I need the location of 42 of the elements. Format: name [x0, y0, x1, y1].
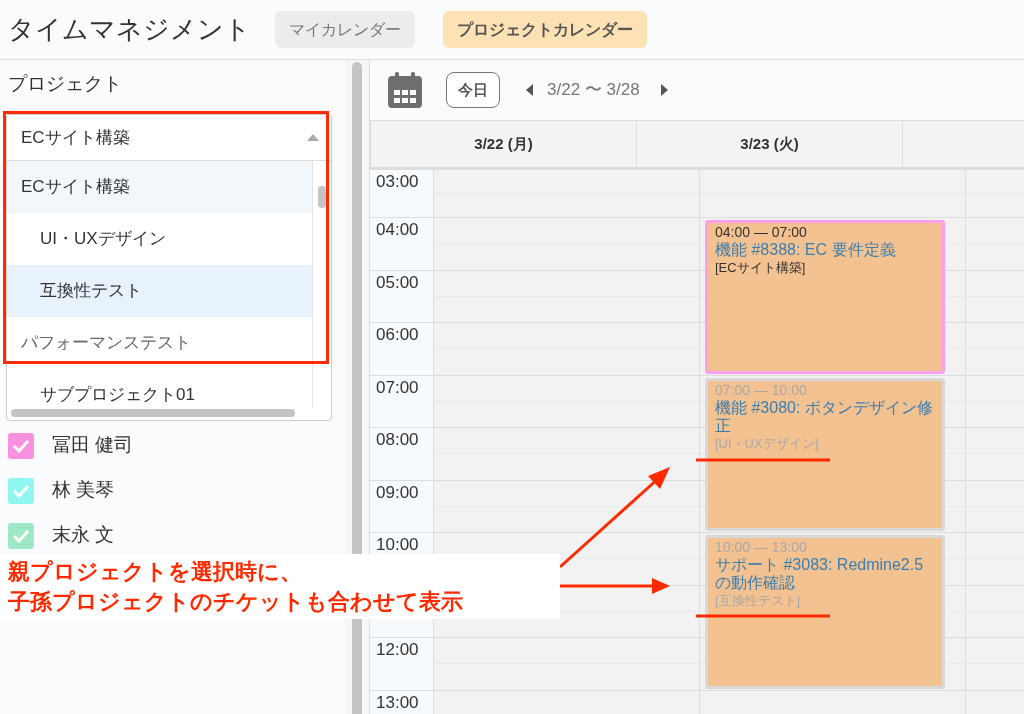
check-icon [12, 438, 30, 453]
event-project: [互換性テスト] [715, 592, 802, 610]
member-checkbox[interactable] [8, 432, 34, 459]
member-name: 冨田 健司 [52, 433, 134, 458]
hour-label: 12:00 [376, 640, 419, 659]
hour-label: 07:00 [376, 377, 419, 397]
app-title: タイムマネジメント [7, 13, 252, 46]
hour-label: 13:00 [376, 692, 419, 712]
hour-label: 10:00 [376, 535, 419, 554]
hour-label: 06:00 [376, 325, 419, 344]
member-checkbox[interactable] [8, 522, 34, 549]
tab[interactable]: プロジェクトカレンダー [443, 11, 647, 48]
sidebar-heading: プロジェクト [7, 72, 123, 96]
hour-label: 09:00 [376, 482, 419, 502]
hour-label: 04:00 [376, 220, 419, 239]
event-project: [UI・UXデザイン] [715, 434, 820, 453]
calendar-icon[interactable] [385, 70, 425, 110]
dropdown-option[interactable]: ECサイト構築 [7, 161, 312, 213]
hour-label: 08:00 [376, 430, 419, 449]
hour-label: 05:00 [376, 272, 419, 292]
today-button[interactable]: 今日 [446, 72, 500, 108]
day-header: 3/23 (火) [740, 133, 799, 154]
scrollbar-thumb[interactable] [318, 186, 326, 208]
member-name: 末永 文 [52, 523, 115, 548]
scrollbar-thumb[interactable] [11, 409, 295, 417]
event-time: 07:00 — 10:00 [715, 381, 808, 399]
check-icon [12, 528, 30, 543]
dropdown-option[interactable]: 互換性テスト [7, 265, 312, 317]
member-name: 林 美琴 [52, 478, 115, 503]
date-range: 3/22 〜 3/28 [547, 79, 640, 102]
tab[interactable]: マイカレンダー [275, 11, 415, 48]
event-project: [ECサイト構築] [715, 259, 807, 277]
hour-label: 03:00 [376, 172, 419, 191]
day-header: 3/22 (月) [474, 133, 533, 154]
caret-up-icon [307, 134, 319, 141]
event-time: 10:00 — 13:00 [715, 539, 808, 556]
annotation-callout: 親プロジェクトを選択時に、 子孫プロジェクトのチケットも合わせて表示 [0, 554, 560, 619]
next-icon[interactable] [659, 84, 668, 96]
event-card[interactable]: 04:00 — 07:00 機能 #8388: EC 要件定義 [ECサイト構築] [705, 220, 945, 374]
event-time: 04:00 — 07:00 [715, 224, 808, 241]
check-icon [12, 483, 30, 498]
prev-icon[interactable] [526, 84, 534, 96]
